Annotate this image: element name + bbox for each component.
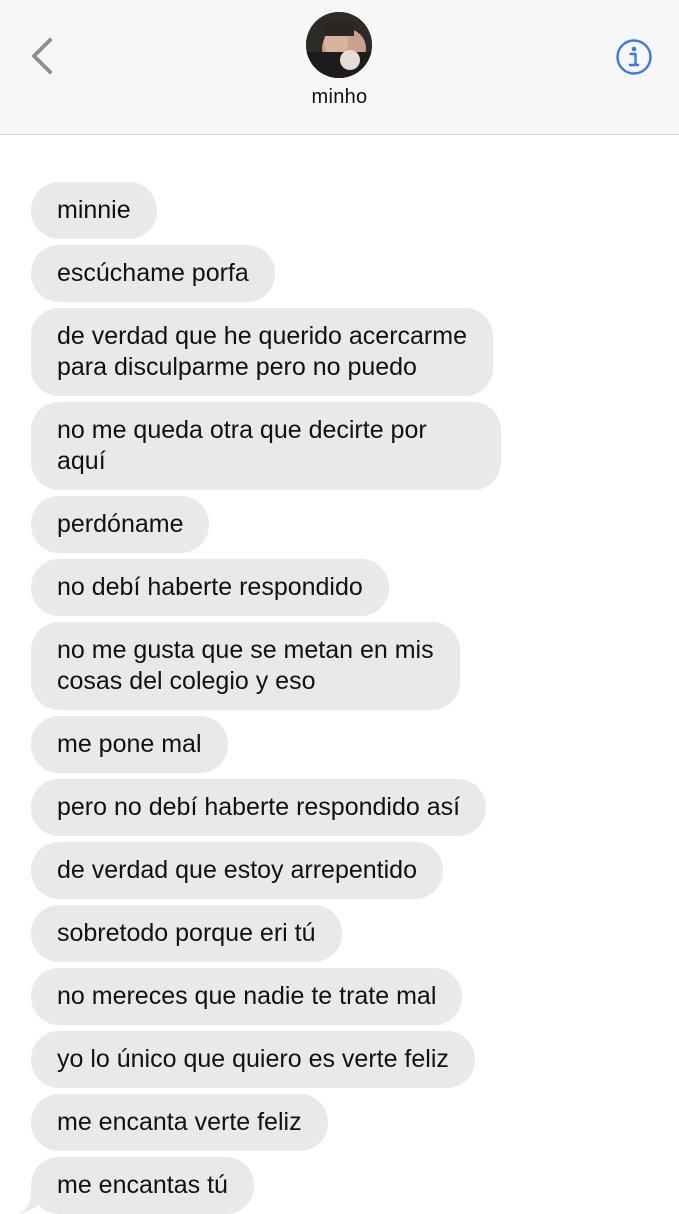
conversation-header: minho [0, 0, 679, 135]
message-bubble[interactable]: de verdad que estoy arrepentido [31, 842, 443, 899]
contact-name[interactable]: minho [0, 86, 679, 109]
info-button[interactable] [615, 38, 653, 76]
contact-avatar[interactable] [306, 12, 372, 78]
message-bubble[interactable]: no debí haberte respondido [31, 559, 389, 616]
message-bubble[interactable]: yo lo único que quiero es verte feliz [31, 1031, 475, 1088]
bubble-tail [17, 1188, 47, 1214]
message-bubble[interactable]: escúchame porfa [31, 245, 275, 302]
info-icon [616, 39, 652, 75]
message-bubble[interactable]: sobretodo porque eri tú [31, 905, 342, 962]
message-text: me encantas tú [57, 1171, 228, 1199]
message-bubble[interactable]: no me gusta que se metan en mis cosas de… [31, 622, 460, 710]
avatar-photo [306, 12, 372, 78]
message-bubble[interactable]: me pone mal [31, 716, 228, 773]
message-thread: minnie escúchame porfa de verdad que he … [17, 182, 651, 1214]
message-bubble[interactable]: no mereces que nadie te trate mal [31, 968, 463, 1025]
message-bubble[interactable]: pero no debí haberte respondido así [31, 779, 487, 836]
message-bubble[interactable]: no me queda otra que decirte por aquí [31, 402, 501, 490]
message-bubble[interactable]: minnie [31, 182, 157, 239]
chevron-left-icon [32, 38, 52, 74]
message-bubble[interactable]: perdóname [31, 496, 210, 553]
message-bubble-last[interactable]: me encantas tú [17, 1157, 254, 1214]
back-button[interactable] [26, 34, 66, 78]
message-bubble[interactable]: de verdad que he querido acercarme para … [31, 308, 493, 396]
message-bubble[interactable]: me encanta verte feliz [31, 1094, 328, 1151]
